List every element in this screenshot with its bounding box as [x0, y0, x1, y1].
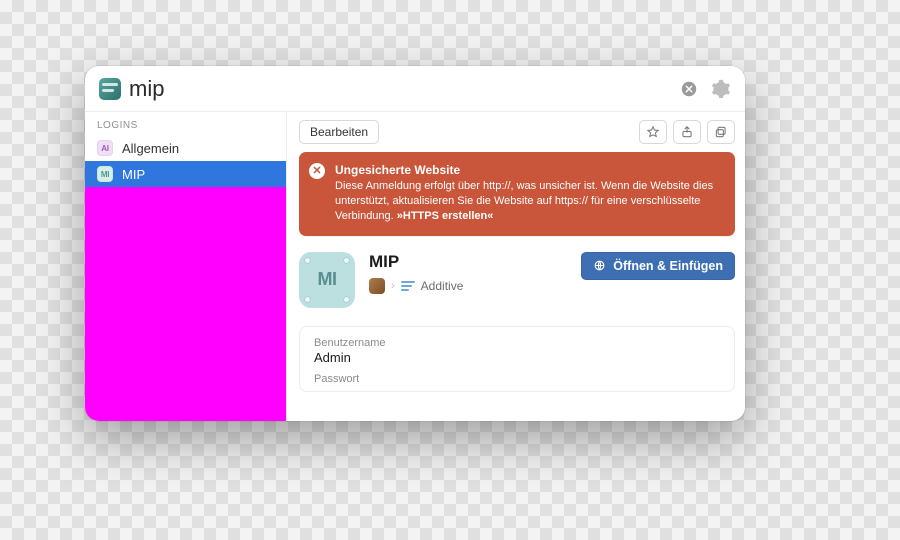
entry-header: MI MIP › Additive	[299, 252, 735, 308]
sidebar-item-allgemein[interactable]: AI Allgemein	[85, 135, 286, 161]
username-label: Benutzername	[314, 337, 720, 349]
open-and-fill-button[interactable]: Öffnen & Einfügen	[581, 252, 735, 280]
window-stack-icon	[714, 125, 728, 139]
breadcrumb-vault[interactable]: Additive	[421, 279, 464, 293]
entry-title: MIP	[369, 252, 567, 272]
vault-icon	[99, 78, 121, 100]
insecure-website-banner: ✕ Ungesicherte Website Diese Anmeldung e…	[299, 152, 735, 236]
sidebar-item-mip[interactable]: MI MIP	[85, 161, 286, 187]
edit-button[interactable]: Bearbeiten	[299, 120, 379, 144]
detail-toolbar: Bearbeiten	[299, 120, 735, 144]
search-bar	[85, 66, 745, 112]
sidebar-item-label: MIP	[122, 167, 145, 182]
search-input[interactable]	[129, 76, 417, 102]
chevron-right-icon: ›	[391, 280, 395, 292]
entry-icon-letters: MI	[318, 269, 337, 290]
sidebar-item-label: Allgemein	[122, 141, 179, 156]
breadcrumb: › Additive	[369, 278, 567, 294]
warning-title: Ungesicherte Website	[335, 162, 723, 178]
clear-icon	[680, 80, 698, 98]
username-value[interactable]: Admin	[314, 350, 720, 365]
password-manager-window: LOGINS AI Allgemein MI MIP Bearbeiten	[85, 66, 745, 421]
login-badge-icon: AI	[97, 140, 113, 156]
open-and-fill-label: Öffnen & Einfügen	[613, 259, 723, 273]
warning-body: Diese Anmeldung erfolgt über http://, wa…	[335, 180, 713, 222]
warning-action-link[interactable]: »HTTPS erstellen«	[397, 210, 494, 222]
new-window-button[interactable]	[707, 120, 735, 144]
vault-glyph-icon	[401, 281, 415, 291]
redacted-block	[85, 187, 286, 421]
login-badge-icon: MI	[97, 166, 113, 182]
globe-icon	[593, 259, 606, 272]
warning-icon: ✕	[309, 163, 325, 179]
password-label: Passwort	[314, 373, 720, 385]
entry-icon: MI	[299, 252, 355, 308]
detail-pane: Bearbeiten	[287, 112, 745, 421]
share-icon	[680, 125, 694, 139]
star-icon	[646, 125, 660, 139]
share-button[interactable]	[673, 120, 701, 144]
settings-button[interactable]	[709, 77, 733, 101]
favorite-button[interactable]	[639, 120, 667, 144]
clear-search-button[interactable]	[677, 77, 701, 101]
sidebar: LOGINS AI Allgemein MI MIP	[85, 112, 287, 421]
credentials-card: Benutzername Admin Passwort	[299, 326, 735, 392]
gear-icon	[711, 79, 731, 99]
sidebar-section-label: LOGINS	[85, 112, 286, 135]
account-avatar-icon	[369, 278, 385, 294]
